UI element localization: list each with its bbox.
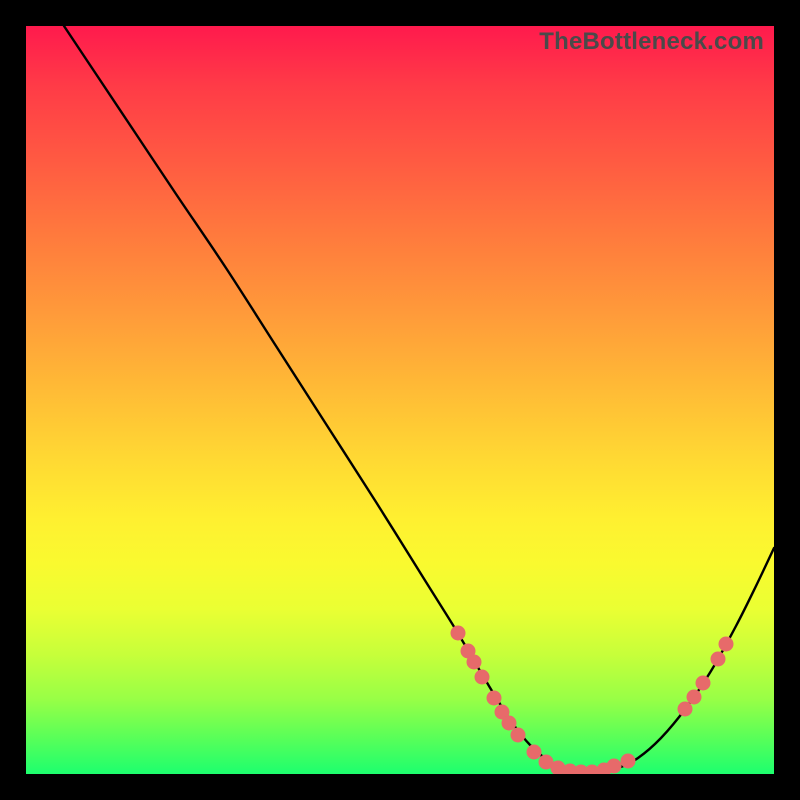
marker-dot <box>467 655 482 670</box>
marker-dot <box>711 652 726 667</box>
marker-dot <box>527 745 542 760</box>
marker-dot <box>502 716 517 731</box>
curve-markers <box>451 626 734 775</box>
marker-dot <box>678 702 693 717</box>
marker-dot <box>487 691 502 706</box>
marker-dot <box>511 728 526 743</box>
marker-dot <box>451 626 466 641</box>
marker-dot <box>719 637 734 652</box>
marker-dot <box>621 754 636 769</box>
marker-dot <box>696 676 711 691</box>
plot-frame: TheBottleneck.com <box>26 26 774 774</box>
bottleneck-curve <box>64 26 774 772</box>
marker-dot <box>687 690 702 705</box>
marker-dot <box>607 759 622 774</box>
marker-dot <box>475 670 490 685</box>
chart-svg <box>26 26 774 774</box>
